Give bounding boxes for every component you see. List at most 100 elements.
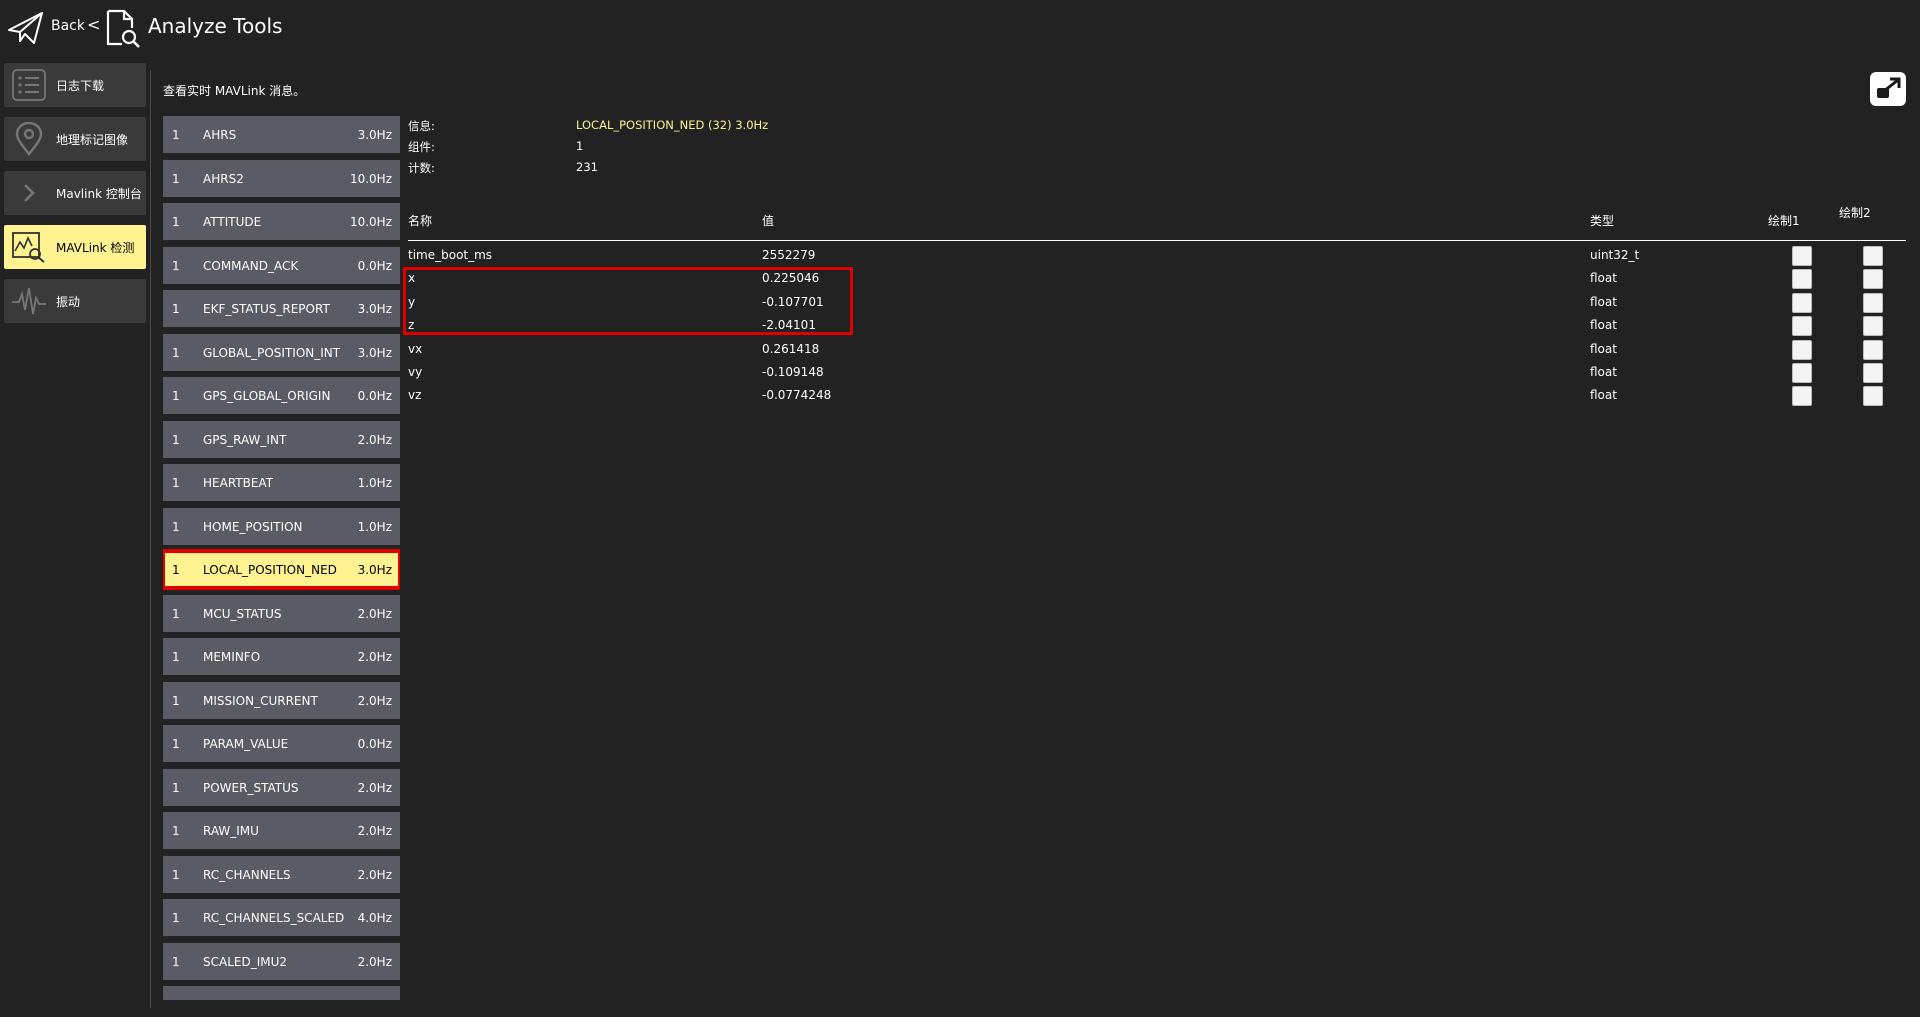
field-type: float <box>1590 365 1617 379</box>
count-label: 计数: <box>408 161 435 175</box>
sidebar-item-vibration[interactable]: 振动 <box>4 279 146 323</box>
message-list-item[interactable]: 1 EKF_STATUS_REPORT 3.0Hz <box>163 290 400 327</box>
plot2-checkbox[interactable] <box>1863 316 1883 336</box>
plot1-checkbox[interactable] <box>1792 269 1812 289</box>
sidebar-item-log-download[interactable]: 日志下载 <box>4 63 146 107</box>
message-id: 1 <box>172 954 180 969</box>
popout-window-icon <box>1870 77 1906 110</box>
message-id: 1 <box>172 258 180 273</box>
message-list-item[interactable]: 1 RC_CHANNELS_SCALED 4.0Hz <box>163 899 400 936</box>
field-name: z <box>408 318 415 332</box>
message-list-item[interactable]: 1 POWER_STATUS 2.0Hz <box>163 768 400 806</box>
message-rate: 2.0Hz <box>357 780 392 795</box>
message-name: RC_CHANNELS <box>203 867 291 882</box>
sidebar-item-mavlink-inspector[interactable]: MAVLink 检测 <box>4 225 146 269</box>
header: Back < Analyze Tools <box>0 0 1920 56</box>
sidebar-item-label: 日志下载 <box>56 79 105 93</box>
field-type: float <box>1590 342 1617 356</box>
message-list-item[interactable]: 1 RAW_IMU 2.0Hz <box>163 812 400 849</box>
field-type: float <box>1590 295 1617 309</box>
message-rate: 3.0Hz <box>357 563 392 577</box>
message-list-item[interactable]: 1 AHRS2 10.0Hz <box>163 159 400 197</box>
plot1-checkbox[interactable] <box>1792 246 1812 266</box>
plot2-checkbox[interactable] <box>1863 363 1883 383</box>
table-row: y -0.107701 float <box>408 292 1908 314</box>
message-id: 1 <box>172 302 180 316</box>
message-name: MCU_STATUS <box>203 606 282 621</box>
component-value: 1 <box>576 139 584 153</box>
message-name: LOCAL_POSITION_NED <box>203 563 337 577</box>
plot2-checkbox[interactable] <box>1863 340 1883 360</box>
plot2-checkbox[interactable] <box>1863 293 1883 313</box>
plot1-checkbox[interactable] <box>1792 386 1812 406</box>
field-name: time_boot_ms <box>408 248 493 262</box>
table-row: x 0.225046 float <box>408 268 1908 290</box>
message-id: 1 <box>172 171 180 186</box>
list-icon <box>11 68 47 102</box>
popout-window-button[interactable] <box>1870 72 1906 106</box>
message-list-item[interactable]: 1 RC_CHANNELS 2.0Hz <box>163 855 400 893</box>
table-row: vy -0.109148 float <box>408 362 1908 384</box>
message-id: 1 <box>172 215 180 229</box>
message-value: LOCAL_POSITION_NED (32) 3.0Hz <box>576 118 769 132</box>
message-id: 1 <box>172 128 180 142</box>
field-value: 0.225046 <box>762 271 820 285</box>
field-value: 2552279 <box>762 248 816 262</box>
message-list-item[interactable]: 1 GPS_RAW_INT 2.0Hz <box>163 420 400 458</box>
message-list-item[interactable]: 1 SCALED_IMU2 2.0Hz <box>163 942 400 980</box>
column-header-plot1: 绘制1 <box>1768 214 1800 228</box>
message-rate: 0.0Hz <box>357 737 392 751</box>
sidebar-item-label: 地理标记图像 <box>56 133 129 147</box>
message-list-item[interactable]: 1 HEARTBEAT 1.0Hz <box>163 464 400 501</box>
message-list-item[interactable]: 1 GLOBAL_POSITION_INT 3.0Hz <box>163 333 400 371</box>
message-list-item[interactable]: 1 ATTITUDE 10.0Hz <box>163 203 400 240</box>
chevron-right-icon <box>11 176 47 210</box>
message-list-item[interactable]: 1 HOME_POSITION 1.0Hz <box>163 507 400 545</box>
field-value: 0.261418 <box>762 342 820 356</box>
message-id: 1 <box>172 693 180 708</box>
message-list-item[interactable]: 1 AHRS 3.0Hz <box>163 116 400 153</box>
message-rate: 2.0Hz <box>357 867 392 882</box>
back-chevron: < <box>87 15 101 34</box>
document-search-icon <box>104 8 142 48</box>
back-button[interactable]: Back <box>51 18 85 34</box>
message-id: 1 <box>172 345 180 360</box>
sidebar-item-label: 振动 <box>56 295 81 309</box>
field-type: uint32_t <box>1590 248 1640 262</box>
message-name: POWER_STATUS <box>203 780 299 795</box>
sidebar: 日志下载 地理标记图像 Mavlink 控制台 MAVLink 检测 振动 <box>4 63 146 333</box>
message-id: 1 <box>172 606 180 621</box>
message-list-item[interactable]: 1 COMMAND_ACK 0.0Hz <box>163 246 400 284</box>
message-label: 信息: <box>408 119 435 133</box>
message-list-item[interactable]: 1 MISSION_CURRENT 2.0Hz <box>163 681 400 719</box>
message-list-item[interactable]: 1 MCU_STATUS 2.0Hz <box>163 594 400 632</box>
message-list[interactable]: 1 AHRS 3.0Hz 1 AHRS2 10.0Hz 1 ATTITUDE 10.0Hz 1 CO… <box>163 116 400 1000</box>
plot1-checkbox[interactable] <box>1792 316 1812 336</box>
message-list-item[interactable] <box>163 986 400 1000</box>
plot2-checkbox[interactable] <box>1863 269 1883 289</box>
map-pin-icon <box>11 121 47 156</box>
message-name: RC_CHANNELS_SCALED <box>203 911 345 925</box>
plot2-checkbox[interactable] <box>1863 386 1883 406</box>
message-name: MEMINFO <box>203 650 261 664</box>
field-name: y <box>408 295 416 309</box>
column-header-type: 类型 <box>1590 214 1615 228</box>
message-list-item[interactable]: 1 PARAM_VALUE 0.0Hz <box>163 725 400 762</box>
table-row: vx 0.261418 float <box>408 339 1908 361</box>
count-value: 231 <box>576 160 598 174</box>
plot1-checkbox[interactable] <box>1792 340 1812 360</box>
message-list-item[interactable]: 1 GPS_GLOBAL_ORIGIN 0.0Hz <box>163 377 400 414</box>
plot1-checkbox[interactable] <box>1792 293 1812 313</box>
message-list-item[interactable]: 1 LOCAL_POSITION_NED 3.0Hz <box>163 549 400 590</box>
waveform-icon <box>11 284 47 318</box>
plot2-checkbox[interactable] <box>1863 246 1883 266</box>
paper-plane-icon[interactable] <box>6 8 46 48</box>
field-type: float <box>1590 318 1617 332</box>
plot1-checkbox[interactable] <box>1792 363 1812 383</box>
message-id: 1 <box>172 432 180 447</box>
sidebar-item-mavlink-console[interactable]: Mavlink 控制台 <box>4 171 146 215</box>
sidebar-item-geotag-images[interactable]: 地理标记图像 <box>4 117 146 161</box>
message-list-item[interactable]: 1 MEMINFO 2.0Hz <box>163 638 400 675</box>
message-rate: 3.0Hz <box>357 345 392 360</box>
message-rate: 2.0Hz <box>357 432 392 447</box>
